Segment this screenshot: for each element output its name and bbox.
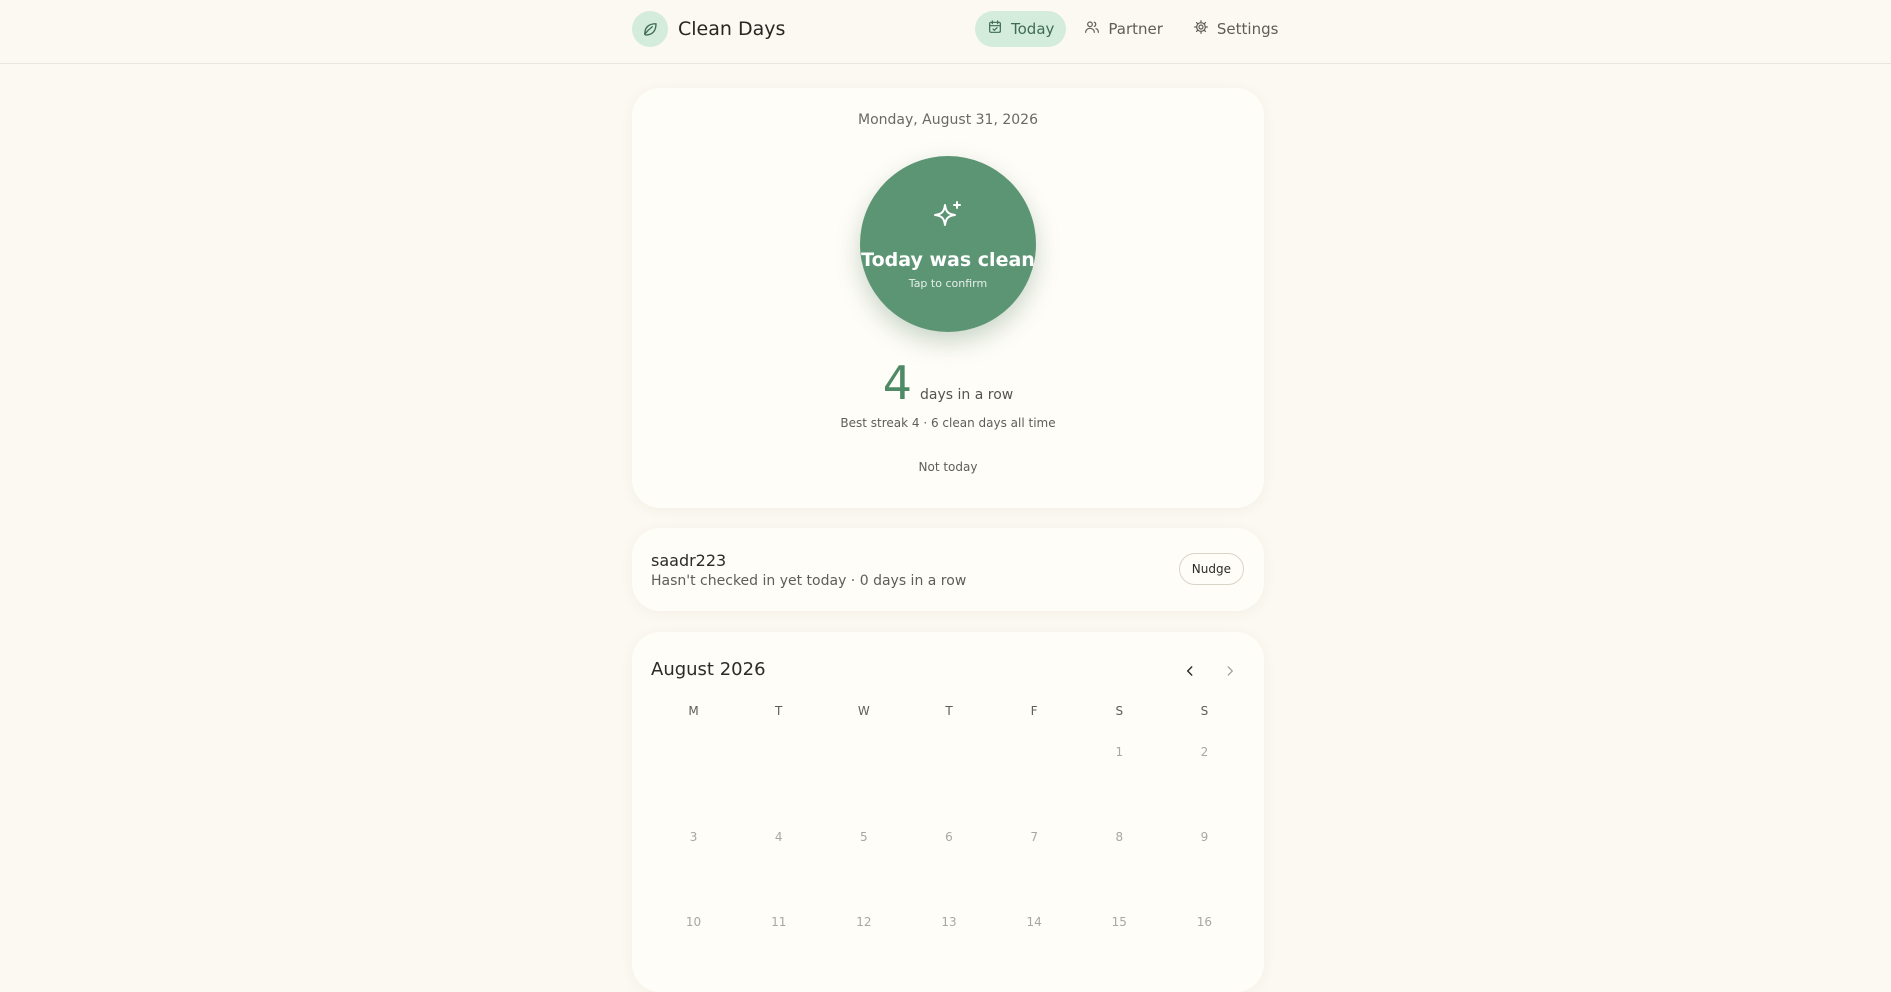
calendar-day[interactable]: 3 xyxy=(651,817,736,857)
calendar-day[interactable]: 5 xyxy=(821,817,906,857)
calendar-day[interactable]: 2 xyxy=(1162,732,1247,772)
clean-day-button[interactable]: Today was clean Tap to confirm xyxy=(860,156,1036,332)
gear-icon xyxy=(1193,19,1209,39)
previous-month-button[interactable] xyxy=(1176,658,1204,686)
streak-label: days in a row xyxy=(920,387,1014,403)
next-month-button[interactable] xyxy=(1216,658,1244,686)
calendar-day[interactable]: 1 xyxy=(1077,732,1162,772)
calendar-day[interactable]: 13 xyxy=(906,902,991,942)
weekday-label: T xyxy=(945,704,953,718)
chevron-left-icon xyxy=(1183,663,1197,682)
calendar-day[interactable]: 8 xyxy=(1077,817,1162,857)
weekday-label: S xyxy=(1115,704,1124,718)
nav-partner-label: Partner xyxy=(1108,20,1163,38)
calendar-day[interactable]: 14 xyxy=(992,902,1077,942)
calendar-day[interactable]: 10 xyxy=(651,902,736,942)
today-card: Monday, August 31, 2026 Today was clean … xyxy=(632,88,1264,508)
current-date: Monday, August 31, 2026 xyxy=(858,112,1038,128)
leaf-icon xyxy=(632,11,668,47)
nav-settings[interactable]: Settings xyxy=(1181,11,1291,47)
chevron-right-icon xyxy=(1223,663,1237,682)
streak-meta: Best streak 4 · 6 clean days all time xyxy=(840,416,1056,430)
partner-name: saadr223 xyxy=(651,551,727,570)
weekday-header: M T W T F S S xyxy=(651,704,1247,718)
calendar-day xyxy=(651,732,736,772)
sparkles-icon xyxy=(930,199,966,239)
weekday-label: W xyxy=(857,704,870,718)
not-today-button[interactable]: Not today xyxy=(632,460,1264,474)
calendar-day xyxy=(736,732,821,772)
app-title: Clean Days xyxy=(678,18,786,40)
calendar-day[interactable]: 12 xyxy=(821,902,906,942)
calendar-day[interactable]: 11 xyxy=(736,902,821,942)
partner-status: Hasn't checked in yet today · 0 days in … xyxy=(651,573,967,589)
calendar-day xyxy=(906,732,991,772)
calendar-day[interactable]: 7 xyxy=(992,817,1077,857)
streak-count: 4 xyxy=(882,356,913,410)
main-nav: Today Partner Settings xyxy=(975,11,1290,47)
weekday-label: S xyxy=(1200,704,1209,718)
nav-settings-label: Settings xyxy=(1216,20,1279,38)
brand[interactable]: Clean Days xyxy=(632,11,785,47)
nudge-button[interactable]: Nudge xyxy=(1178,553,1244,585)
clean-day-subtitle: Tap to confirm xyxy=(908,276,988,290)
partner-card: saadr223 Hasn't checked in yet today · 0… xyxy=(632,528,1264,611)
nav-today[interactable]: Today xyxy=(975,11,1067,47)
calendar-day[interactable]: 15 xyxy=(1077,902,1162,942)
weekday-label: M xyxy=(688,704,699,718)
calendar-day[interactable]: 4 xyxy=(736,817,821,857)
clean-day-title: Today was clean xyxy=(861,248,1035,271)
calendar-day[interactable]: 16 xyxy=(1162,902,1247,942)
calendar-day xyxy=(821,732,906,772)
top-bar: Clean Days Today Partner Settings xyxy=(0,0,1891,64)
calendar-grid: 1 2 3 4 5 6 7 8 9 10 11 12 13 14 15 16 xyxy=(651,732,1247,987)
weekday-label: F xyxy=(1030,704,1038,718)
weekday-label: T xyxy=(775,704,783,718)
calendar-day[interactable]: 6 xyxy=(906,817,991,857)
calendar-day[interactable]: 9 xyxy=(1162,817,1247,857)
nav-today-label: Today xyxy=(1011,20,1055,38)
nav-partner[interactable]: Partner xyxy=(1072,11,1175,47)
calendar-month: August 2026 xyxy=(651,659,766,680)
calendar-check-icon xyxy=(987,19,1003,39)
calendar-day xyxy=(992,732,1077,772)
users-icon xyxy=(1084,19,1100,39)
calendar-card: August 2026 M T W T F S S 1 2 3 4 5 6 7 … xyxy=(632,632,1264,992)
streak-summary: 4 days in a row xyxy=(632,360,1264,406)
